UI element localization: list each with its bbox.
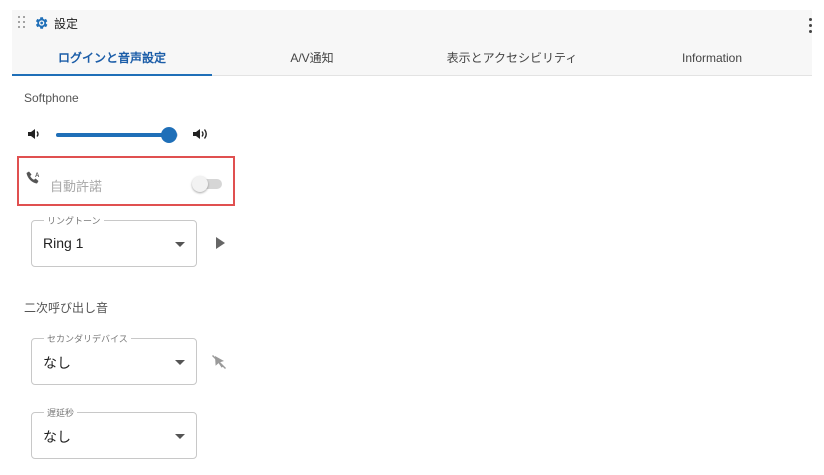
play-icon[interactable] bbox=[216, 237, 225, 249]
tab-av-notifications[interactable]: A/V通知 bbox=[212, 40, 412, 76]
secondary-device-select[interactable]: セカンダリデバイス なし bbox=[31, 332, 197, 385]
gear-icon bbox=[35, 17, 48, 29]
window-title: 設定 bbox=[54, 17, 79, 31]
volume-slider-fill bbox=[56, 133, 169, 137]
tab-login-audio[interactable]: ログインと音声設定 bbox=[12, 40, 212, 76]
ringtone-legend: リングトーン bbox=[44, 214, 104, 227]
auto-answer-toggle[interactable] bbox=[192, 176, 222, 192]
chevron-down-icon bbox=[175, 434, 185, 439]
chevron-down-icon bbox=[175, 242, 185, 247]
auto-answer-label: 自動許諾 bbox=[50, 179, 103, 194]
settings-tabs: ログインと音声設定 A/V通知 表示とアクセシビリティ Information bbox=[12, 40, 812, 76]
softphone-section-label: Softphone bbox=[24, 91, 79, 105]
secondary-device-value: なし bbox=[43, 355, 71, 371]
pointer-off-icon[interactable] bbox=[211, 354, 227, 370]
volume-high-icon[interactable] bbox=[192, 127, 209, 141]
volume-slider[interactable] bbox=[56, 127, 186, 143]
delay-seconds-select[interactable]: 遅延秒 なし bbox=[31, 406, 197, 459]
more-options-icon[interactable] bbox=[808, 18, 812, 34]
delay-seconds-legend: 遅延秒 bbox=[44, 406, 78, 419]
ringtone-select[interactable]: リングトーン Ring 1 bbox=[31, 214, 197, 267]
phone-auto-answer-icon: A bbox=[26, 171, 40, 184]
secondary-device-legend: セカンダリデバイス bbox=[44, 332, 131, 345]
volume-slider-thumb[interactable] bbox=[161, 127, 177, 143]
volume-low-icon[interactable] bbox=[27, 127, 41, 141]
tab-information[interactable]: Information bbox=[612, 40, 812, 76]
svg-text:A: A bbox=[35, 173, 40, 179]
tab-display-accessibility[interactable]: 表示とアクセシビリティ bbox=[412, 40, 612, 76]
settings-header: 設定 ログインと音声設定 A/V通知 表示とアクセシビリティ Informati… bbox=[12, 10, 812, 76]
drag-handle-icon[interactable] bbox=[18, 16, 28, 30]
delay-seconds-value: なし bbox=[43, 429, 71, 445]
chevron-down-icon bbox=[175, 360, 185, 365]
auto-answer-toggle-thumb[interactable] bbox=[192, 176, 208, 192]
ringtone-value: Ring 1 bbox=[43, 235, 84, 251]
secondary-ring-section-label: 二次呼び出し音 bbox=[24, 301, 109, 315]
